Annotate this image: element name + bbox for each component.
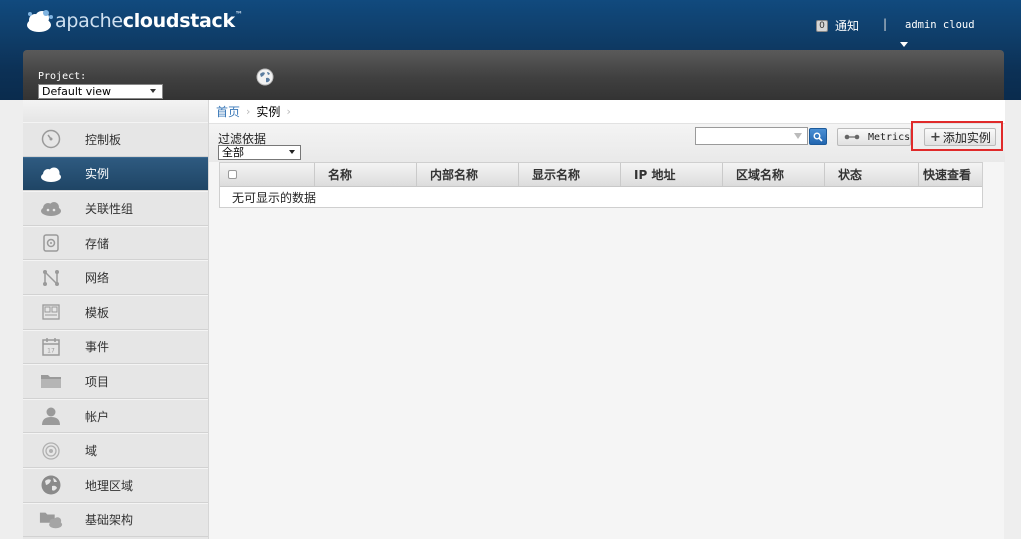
sidebar-item-label: 基础架构 [85, 513, 134, 528]
sidebar-item-label: 地理区域 [85, 478, 134, 493]
metrics-button[interactable]: Metrics [837, 128, 911, 146]
logo-text-cloudstack: cloudstack [122, 10, 235, 32]
sidebar-item-label: 控制板 [85, 132, 122, 147]
chevron-right-icon: › [286, 105, 291, 118]
filter-select[interactable]: 全部 [218, 145, 301, 160]
sidebar-item-templates[interactable]: 模板 [23, 294, 208, 330]
table-empty-message: 无可显示的数据 [232, 190, 317, 205]
sidebar-item-label: 域 [85, 444, 98, 459]
column-header-quick-view[interactable]: 快速查看 [919, 163, 976, 186]
instances-cloud-icon [39, 164, 63, 184]
sidebar-item-label: 实例 [85, 167, 110, 182]
add-instance-label: 添加实例 [942, 130, 991, 145]
column-header-name[interactable]: 名称 [315, 163, 417, 186]
filter-select-value: 全部 [222, 146, 244, 159]
user-menu[interactable]: admin cloud [905, 19, 975, 31]
search-icon [813, 132, 823, 142]
breadcrumb-home-link[interactable]: 首页 [216, 103, 240, 120]
select-all-checkbox[interactable] [228, 170, 237, 179]
events-icon: 17 [39, 337, 63, 357]
domains-icon [39, 441, 63, 461]
sidebar-item-label: 网络 [85, 271, 110, 286]
instances-table: 名称 内部名称 显示名称 IP 地址 区域名称 状态 快速查看 无可显示的数据 [219, 162, 983, 208]
affinity-group-icon [39, 198, 63, 218]
notifications-button[interactable]: 0 通知 [816, 17, 859, 34]
notifications-count: 0 [816, 19, 828, 32]
sidebar-item-label: 关联性组 [85, 201, 134, 216]
sidebar-item-regions[interactable]: 地理区域 [23, 467, 208, 503]
logo-trademark: ™ [234, 10, 243, 19]
sidebar-item-label: 项目 [85, 374, 110, 389]
project-bar: Project: Default view [23, 50, 1004, 100]
plus-icon: + [930, 129, 941, 145]
user-menu-caret-icon[interactable] [900, 42, 908, 47]
sidebar-item-domains[interactable]: 域 [23, 433, 208, 468]
header-separator: | [883, 17, 888, 31]
cloudstack-logo-icon [27, 10, 53, 32]
sidebar-item-affinity-groups[interactable]: 关联性组 [23, 191, 208, 226]
sidebar-item-instances[interactable]: 实例 [23, 156, 208, 192]
logo-text-apache: apache [55, 10, 123, 32]
sidebar-item-label: 存储 [85, 236, 110, 251]
project-label: Project: [38, 71, 87, 82]
globe-icon[interactable] [256, 68, 274, 86]
search-input[interactable] [695, 127, 808, 145]
column-header-display-name[interactable]: 显示名称 [519, 163, 621, 186]
column-header-ip-address[interactable]: IP 地址 [621, 163, 723, 186]
sidebar-item-label: 帐户 [85, 409, 110, 424]
svg-text:17: 17 [47, 347, 55, 354]
column-header-zone-name[interactable]: 区域名称 [723, 163, 825, 186]
sidebar-item-network[interactable]: 网络 [23, 260, 208, 295]
storage-icon [39, 233, 63, 253]
infrastructure-icon [39, 510, 63, 530]
breadcrumb: 首页 › 实例 › [209, 100, 1005, 124]
chevron-right-icon: › [246, 105, 251, 118]
sidebar-top-spacer [23, 100, 208, 122]
regions-icon [39, 475, 63, 495]
projects-icon [39, 371, 63, 391]
accounts-icon [39, 406, 63, 426]
dashboard-icon [39, 129, 63, 149]
sidebar-item-accounts[interactable]: 帐户 [23, 398, 208, 434]
column-header-state[interactable]: 状态 [825, 163, 919, 186]
sidebar-item-label: 事件 [85, 340, 110, 355]
chevron-down-icon [289, 150, 295, 154]
top-header: apachecloudstack™ 0 通知 | admin cloud Pro… [0, 0, 1021, 100]
sidebar-item-events[interactable]: 17 事件 [23, 329, 208, 365]
metrics-button-label: Metrics [868, 131, 911, 143]
search-dropdown-icon[interactable] [794, 133, 802, 139]
network-icon [39, 268, 63, 288]
chevron-down-icon [150, 89, 156, 93]
notifications-label: 通知 [835, 19, 860, 33]
search-button[interactable] [809, 128, 827, 145]
breadcrumb-current[interactable]: 实例 [256, 103, 280, 120]
sidebar-item-storage[interactable]: 存储 [23, 225, 208, 261]
sidebar-item-dashboard[interactable]: 控制板 [23, 122, 208, 157]
project-select[interactable]: Default view [38, 84, 163, 99]
sidebar-item-infrastructure[interactable]: 基础架构 [23, 502, 208, 538]
templates-icon [39, 302, 63, 322]
metrics-icon [844, 133, 860, 141]
project-select-value: Default view [42, 85, 112, 98]
main-content: 首页 › 实例 › 过滤依据 全部 Metrics + 添加实例 名称 内部名称… [208, 100, 1005, 539]
list-toolbar: 过滤依据 全部 Metrics + 添加实例 [209, 121, 1005, 162]
sidebar-item-projects[interactable]: 项目 [23, 364, 208, 399]
sidebar-item-label: 模板 [85, 305, 110, 320]
column-header-internal-name[interactable]: 内部名称 [417, 163, 519, 186]
table-header: 名称 内部名称 显示名称 IP 地址 区域名称 状态 快速查看 [220, 163, 982, 187]
select-all-checkbox-cell [220, 163, 315, 186]
sidebar-nav: 控制板 实例 关联性组 存储 网络 模板 17 事件 项目 帐户 域 地理区域 … [23, 100, 208, 539]
add-instance-button[interactable]: + 添加实例 [924, 128, 996, 146]
cloudstack-logo[interactable]: apachecloudstack™ [24, 6, 243, 36]
